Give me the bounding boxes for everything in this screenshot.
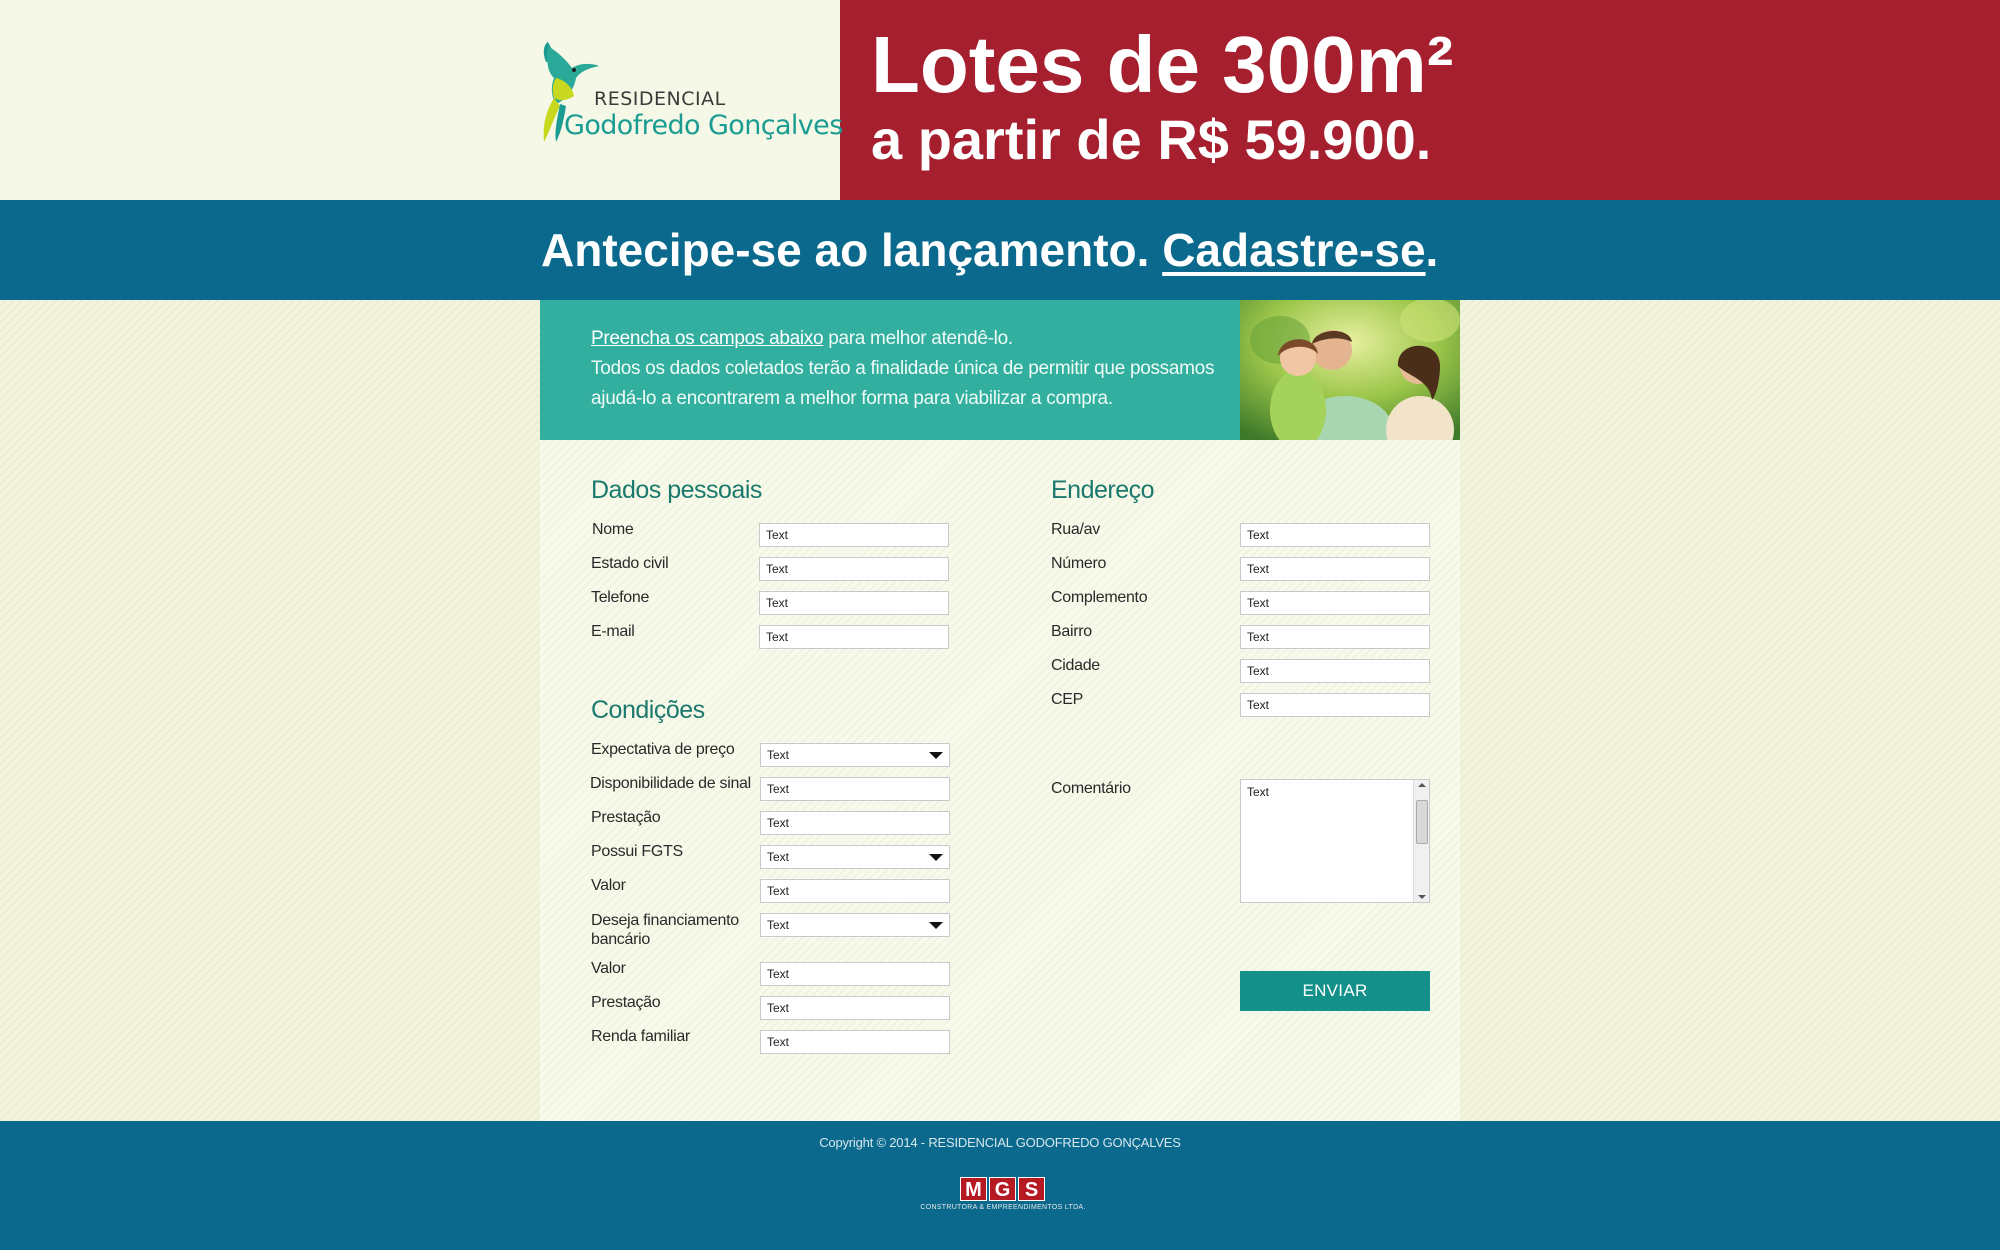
scroll-up-icon[interactable] — [1418, 783, 1426, 787]
brand-logo[interactable]: RESIDENCIAL Godofredo Gonçalves — [538, 42, 843, 146]
promo-price: a partir de R$ 59.900. — [871, 108, 1432, 171]
mgs-logo[interactable]: M G S CONSTRUTORA & EMPREENDIMENTOS LTDA… — [908, 1177, 1098, 1217]
valor-financiamento-input[interactable]: Text — [760, 962, 950, 986]
cta-band: Antecipe-se ao lançamento. Cadastre-se. — [0, 200, 2000, 300]
label-prestacao: Prestação — [591, 809, 661, 826]
scroll-down-icon[interactable] — [1418, 895, 1426, 899]
label-valor-financiamento: Valor — [591, 960, 626, 977]
cep-input[interactable]: Text — [1240, 693, 1430, 717]
label-estado-civil: Estado civil — [591, 555, 669, 572]
valor-input[interactable]: Text — [760, 879, 950, 903]
label-nome: Nome — [592, 521, 634, 538]
logo-residencial-text: RESIDENCIAL — [594, 88, 726, 110]
expectativa-preco-select[interactable]: Text — [760, 743, 950, 767]
logo-name-text: Godofredo Gonçalves — [564, 110, 843, 141]
enviar-button[interactable]: ENVIAR — [1240, 971, 1430, 1011]
mgs-letter-m: M — [960, 1177, 987, 1201]
comentario-value: Text — [1247, 785, 1270, 799]
mgs-subtitle: CONSTRUTORA & EMPREENDIMENTOS LTDA. — [920, 1204, 1086, 1211]
copyright-text: Copyright © 2014 - RESIDENCIAL GODOFREDO… — [819, 1135, 1181, 1150]
rua-input[interactable]: Text — [1240, 523, 1430, 547]
renda-familiar-input[interactable]: Text — [760, 1030, 950, 1054]
section-dados-pessoais: Dados pessoais — [591, 476, 762, 504]
intro-line2: Todos os dados coletados terão a finalid… — [591, 358, 1215, 409]
mgs-letter-s: S — [1018, 1177, 1045, 1201]
telefone-input[interactable]: Text — [759, 591, 949, 615]
nome-input[interactable]: Text — [759, 523, 949, 547]
cadastre-link[interactable]: Cadastre-se — [1162, 224, 1425, 276]
label-possui-fgts: Possui FGTS — [591, 843, 683, 860]
chevron-down-icon — [929, 854, 943, 861]
intro-box: Preencha os campos abaixo para melhor at… — [540, 300, 1240, 440]
label-valor: Valor — [591, 877, 626, 894]
label-rua: Rua/av — [1051, 521, 1100, 538]
cta-lead: Antecipe-se ao lançamento. — [541, 224, 1163, 276]
numero-input[interactable]: Text — [1240, 557, 1430, 581]
label-bairro: Bairro — [1051, 623, 1092, 640]
label-cep: CEP — [1051, 691, 1083, 708]
disponibilidade-sinal-input[interactable]: Text — [760, 777, 950, 801]
textarea-scrollbar[interactable] — [1413, 780, 1429, 902]
section-condicoes: Condições — [591, 696, 705, 724]
financiamento-select[interactable]: Text — [760, 913, 950, 937]
intro-link[interactable]: Preencha os campos abaixo — [591, 328, 824, 349]
label-deseja-financiamento: Deseja financiamento bancário — [591, 912, 739, 948]
label-prestacao-financiamento: Prestação — [591, 994, 661, 1011]
estado-civil-input[interactable]: Text — [759, 557, 949, 581]
cta-text: Antecipe-se ao lançamento. Cadastre-se. — [541, 220, 1438, 280]
prestacao-input[interactable]: Text — [760, 811, 950, 835]
label-telefone: Telefone — [591, 589, 650, 606]
label-numero: Número — [1051, 555, 1107, 572]
mgs-letter-g: G — [989, 1177, 1016, 1201]
intro-text: Preencha os campos abaixo para melhor at… — [591, 324, 1231, 414]
label-complemento: Complemento — [1051, 589, 1148, 606]
possui-fgts-value: Text — [767, 850, 790, 864]
footer: Copyright © 2014 - RESIDENCIAL GODOFREDO… — [0, 1121, 2000, 1250]
comentario-textarea[interactable]: Text — [1240, 779, 1430, 903]
label-expectativa-preco: Expectativa de preço — [591, 741, 735, 758]
section-endereco: Endereço — [1051, 476, 1155, 504]
cta-period: . — [1425, 224, 1439, 276]
possui-fgts-select[interactable]: Text — [760, 845, 950, 869]
prestacao-financiamento-input[interactable]: Text — [760, 996, 950, 1020]
bairro-input[interactable]: Text — [1240, 625, 1430, 649]
label-email: E-mail — [591, 623, 635, 640]
email-input[interactable]: Text — [759, 625, 949, 649]
chevron-down-icon — [929, 922, 943, 929]
label-cidade: Cidade — [1051, 657, 1100, 674]
scroll-thumb[interactable] — [1416, 800, 1428, 844]
label-renda-familiar: Renda familiar — [591, 1028, 690, 1045]
cidade-input[interactable]: Text — [1240, 659, 1430, 683]
expectativa-preco-value: Text — [767, 748, 790, 762]
financiamento-value: Text — [767, 918, 790, 932]
label-comentario: Comentário — [1051, 780, 1131, 797]
complemento-input[interactable]: Text — [1240, 591, 1430, 615]
intro-line1: para melhor atendê-lo. — [823, 328, 1013, 349]
family-photo — [1240, 300, 1460, 440]
label-disponibilidade-sinal: Disponibilidade de sinal — [590, 775, 751, 792]
promo-headline: Lotes de 300m² — [871, 20, 1454, 109]
chevron-down-icon — [929, 752, 943, 759]
